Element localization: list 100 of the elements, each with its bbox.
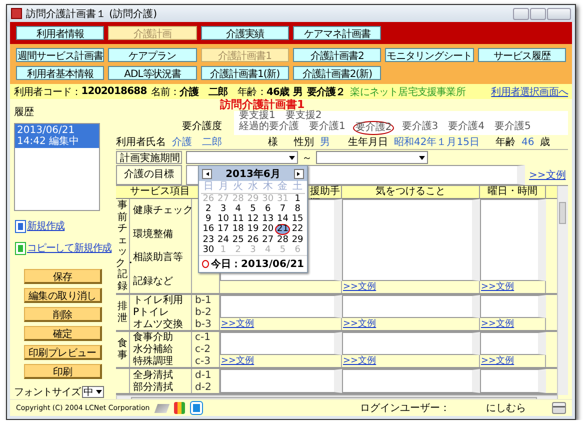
weekday-label: 月 (216, 181, 231, 194)
text-area[interactable] (342, 295, 480, 318)
text-area[interactable] (342, 332, 480, 355)
action-button[interactable]: 編集の取り消し (24, 288, 102, 303)
text-area[interactable] (480, 295, 546, 318)
service-item: 食事介助 (133, 332, 174, 344)
care-level-option[interactable]: 要介護5 (492, 121, 533, 135)
books-icon[interactable] (174, 402, 185, 414)
text-area[interactable] (220, 369, 342, 393)
sub-tab[interactable]: モニタリングシート (385, 48, 474, 62)
next-month-button[interactable] (294, 168, 304, 178)
example-link[interactable]: >>文例 (343, 282, 376, 292)
user-select-link[interactable]: 利用者選択画面へ (491, 84, 568, 98)
vertical-scrollbar[interactable] (557, 186, 568, 395)
minimize-button[interactable] (513, 8, 529, 20)
example-link[interactable]: >>文例 (221, 356, 254, 366)
history-label: 履歴 (14, 106, 35, 119)
age-value: 46 (521, 136, 534, 148)
calendar-day[interactable]: 14 (275, 214, 290, 224)
user-name: 介護 二郎 (180, 85, 228, 98)
sub-tab[interactable]: 利用者基本情報 (16, 66, 104, 80)
sub-tab[interactable]: 介護計画書1(新) (200, 66, 289, 80)
text-area[interactable] (480, 369, 546, 393)
sub-tab[interactable]: ADL等状況書 (108, 66, 197, 80)
action-button[interactable]: 確定 (24, 326, 102, 341)
text-area[interactable] (342, 369, 480, 393)
age-label: 年齢 (495, 136, 516, 149)
main-tab[interactable]: ケアマネ計画書 (293, 26, 382, 40)
action-button[interactable]: 削除 (24, 307, 102, 322)
calendar-day[interactable]: 23 (201, 235, 216, 245)
sub-tab[interactable]: 週間サービス計画書 (16, 48, 104, 62)
example-link[interactable]: >>文例 (343, 356, 376, 366)
sub-tab[interactable]: ケアプラン (108, 48, 197, 62)
calendar-day[interactable]: 16 (201, 224, 216, 235)
calendar-day[interactable]: 12 (246, 214, 260, 224)
example-link[interactable]: >>文例 (529, 168, 566, 182)
sidebar-link[interactable]: 新規作成 (27, 219, 65, 233)
calendar-day[interactable]: 17 (216, 224, 231, 235)
calendar-day[interactable]: 21 (275, 224, 290, 235)
care-level-option[interactable]: 要介護2 (353, 121, 394, 135)
calendar-day[interactable]: 9 (201, 214, 216, 224)
calendar-day[interactable]: 15 (290, 214, 305, 224)
app-icon[interactable] (190, 402, 202, 414)
care-level-option[interactable]: 要支援1 (237, 111, 278, 121)
care-level-option[interactable]: 要介護4 (446, 121, 486, 135)
calendar-menu[interactable]: 2013年6月 日 月 火 水 木 金 土 26 27 28 29 30 31 1 2 3 4 5 6 7 8 9 10 11 12 13 14 15 16 17 18 19 20 21 22 23 24 25 26 27 28 29 30 1 2 3 4 5 6 今日：2013/06/21 (198, 165, 308, 273)
text-area[interactable] (220, 332, 342, 355)
sub-tab[interactable]: サービス履歴 (478, 48, 566, 62)
sub-tab[interactable]: 介護計画書2(新) (293, 66, 382, 80)
weekday-label: 金 (275, 181, 290, 194)
font-size-select[interactable]: 中 (82, 386, 104, 398)
today-button[interactable]: 今日：2013/06/21 (211, 257, 304, 271)
calendar-day[interactable]: 10 (216, 214, 231, 224)
calendar-day[interactable]: 25 (230, 235, 246, 245)
care-level: 要介護２ (306, 86, 346, 98)
item-code: b-1 (195, 295, 212, 306)
calendar-day[interactable]: 29 (290, 235, 305, 245)
sub-tab[interactable]: 介護計画書2 (293, 48, 382, 62)
calendar-day[interactable]: 30 (201, 245, 216, 255)
care-level-option[interactable]: 経過的要介護 (237, 121, 301, 135)
example-link[interactable]: >>文例 (481, 319, 514, 329)
action-button[interactable]: 印刷 (24, 364, 102, 379)
birth-date-label: 生年月日 (348, 136, 388, 149)
action-button[interactable]: 保存 (24, 269, 102, 284)
text-area[interactable] (480, 199, 546, 281)
example-link[interactable]: >>文例 (481, 356, 514, 366)
calendar-day[interactable]: 11 (230, 214, 246, 224)
care-level-option[interactable]: 要介護3 (400, 121, 440, 135)
action-button[interactable]: 印刷プレビュー (24, 345, 102, 360)
main-tab[interactable]: 利用者情報 (16, 26, 104, 40)
calendar-day[interactable]: 13 (260, 214, 276, 224)
calendar-day[interactable]: 27 (260, 235, 276, 245)
calendar-day[interactable]: 22 (290, 224, 305, 235)
text-area[interactable] (220, 295, 342, 318)
text-area[interactable] (342, 199, 480, 281)
calendar-day[interactable]: 20 (260, 224, 276, 235)
service-item: 全身清拭 (133, 370, 174, 380)
printer-icon[interactable] (552, 402, 566, 414)
sidebar-link[interactable]: コピーして新規作成 (27, 241, 112, 255)
history-item[interactable]: 2013/06/21 14:42 編集中 (15, 124, 99, 148)
calendar-day[interactable]: 19 (246, 224, 260, 235)
start-date-dropdown[interactable] (186, 151, 298, 164)
item-code: b-2 (195, 306, 212, 318)
calendar-day[interactable]: 18 (230, 224, 246, 235)
window-title: 訪問介護計画書１ (訪問介護) (26, 8, 158, 20)
calendar-day[interactable]: 26 (246, 235, 260, 245)
close-button[interactable] (547, 8, 571, 20)
care-level-option[interactable]: 要介護1 (307, 121, 348, 135)
service-item: 記録など (133, 276, 174, 287)
calendar-day[interactable]: 24 (216, 235, 231, 245)
calendar-day[interactable]: 28 (275, 235, 290, 245)
care-level-option[interactable]: 要支援2 (283, 111, 324, 121)
main-tab[interactable]: 介護実績 (200, 26, 289, 40)
text-area[interactable] (480, 332, 546, 355)
calendar-day[interactable]: 1 (290, 194, 305, 204)
maximize-button[interactable] (530, 8, 546, 20)
example-link[interactable]: >>文例 (221, 319, 254, 329)
previous-month-button[interactable] (202, 168, 212, 178)
example-link[interactable]: >>文例 (343, 319, 376, 329)
example-link[interactable]: >>文例 (481, 282, 514, 292)
